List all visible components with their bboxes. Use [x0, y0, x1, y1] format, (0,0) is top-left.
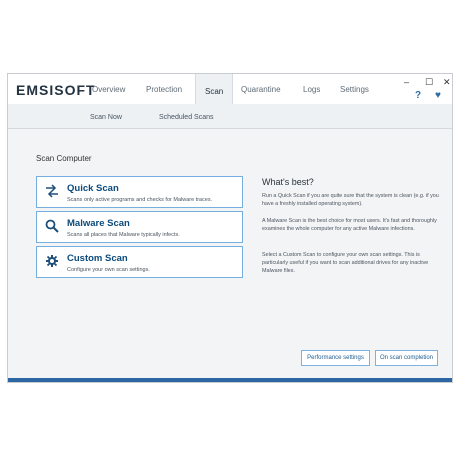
emsisoft-logo: EMSISOFT	[16, 82, 96, 98]
custom-scan-button[interactable]: Custom Scan Configure your own scan sett…	[36, 246, 243, 278]
malware-scan-button[interactable]: Malware Scan Scans all places that Malwa…	[36, 211, 243, 243]
scan-computer-title: Scan Computer	[36, 154, 92, 163]
help-icon[interactable]: ?	[415, 90, 421, 101]
performance-settings-button[interactable]: Performance settings	[301, 350, 370, 366]
malware-scan-info: A Malware Scan is the best choice for mo…	[262, 218, 437, 232]
tab-settings[interactable]: Settings	[340, 85, 369, 94]
close-icon[interactable]: ✕	[443, 77, 451, 88]
heart-icon[interactable]: ♥	[435, 90, 441, 101]
subtab-scheduled-scans[interactable]: Scheduled Scans	[159, 114, 213, 121]
tab-logs[interactable]: Logs	[303, 85, 320, 94]
tab-quarantine[interactable]: Quarantine	[241, 85, 281, 94]
custom-scan-description: Configure your own scan settings.	[67, 267, 150, 273]
quick-scan-description: Scans only active programs and checks fo…	[67, 197, 213, 203]
tab-scan[interactable]: Scan	[195, 74, 234, 104]
on-scan-completion-button[interactable]: On scan completion	[375, 350, 438, 366]
malware-scan-description: Scans all places that Malware typically …	[67, 232, 180, 238]
tab-protection[interactable]: Protection	[146, 85, 182, 94]
malware-scan-label: Malware Scan	[67, 218, 130, 229]
search-icon	[45, 219, 59, 233]
quick-scan-label: Quick Scan	[67, 183, 119, 194]
whats-best-title: What's best?	[262, 177, 314, 187]
custom-scan-info: Select a Custom Scan to configure your o…	[262, 252, 429, 274]
custom-scan-label: Custom Scan	[67, 253, 128, 264]
gear-icon	[45, 254, 59, 268]
subtab-scan-now[interactable]: Scan Now	[90, 114, 122, 121]
bottom-accent-strip	[8, 378, 452, 382]
title-bar: EMSISOFT Overview Protection Scan Quaran…	[8, 74, 452, 105]
quick-scan-info: Run a Quick Scan if you are quite sure t…	[262, 193, 439, 207]
quick-scan-button[interactable]: Quick Scan Scans only active programs an…	[36, 176, 243, 208]
tab-overview[interactable]: Overview	[92, 85, 125, 94]
minimize-icon[interactable]: –	[404, 77, 409, 87]
scan-subnav: Scan Now Scheduled Scans	[8, 104, 452, 129]
maximize-icon[interactable]: ☐	[425, 77, 433, 88]
emsisoft-window: EMSISOFT Overview Protection Scan Quaran…	[7, 73, 453, 383]
quick-scan-arrows-icon	[45, 184, 59, 198]
